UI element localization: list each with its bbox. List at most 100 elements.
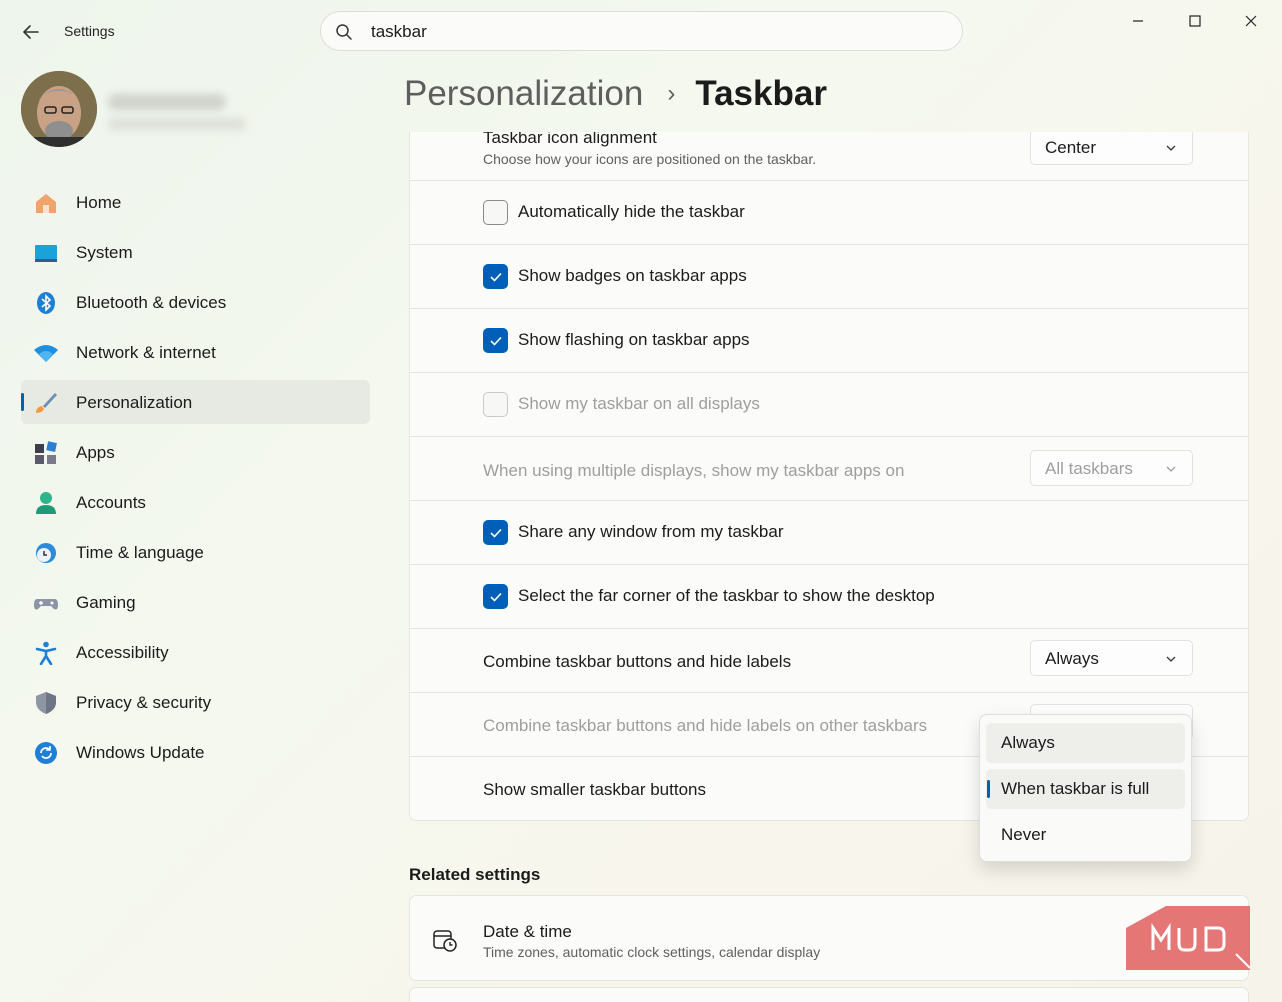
- all-displays-row: Show my taskbar on all displays: [410, 373, 1248, 437]
- combine-dropdown[interactable]: Always: [1030, 640, 1193, 676]
- combine-row: Combine taskbar buttons and hide labels …: [410, 629, 1248, 693]
- badges-row: Show badges on taskbar apps: [410, 245, 1248, 309]
- sidebar-item-windows-update[interactable]: Windows Update: [21, 730, 370, 774]
- sidebar-item-label: Gaming: [76, 593, 136, 612]
- dropdown-menu: Always When taskbar is full Never: [979, 714, 1192, 862]
- share-window-label: Share any window from my taskbar: [518, 522, 784, 541]
- combine-other-label: Combine taskbar buttons and hide labels …: [483, 716, 928, 735]
- breadcrumb-parent[interactable]: Personalization: [404, 74, 643, 114]
- icon-alignment-row: Taskbar icon alignment Choose how your i…: [410, 132, 1248, 181]
- wifi-icon: [33, 341, 59, 365]
- clock-globe-icon: [33, 541, 59, 565]
- avatar-photo: [21, 71, 97, 147]
- checkmark-icon: [489, 592, 502, 602]
- search-input[interactable]: taskbar: [371, 22, 427, 42]
- dropdown-value: All taskbars: [1045, 459, 1133, 478]
- option-label: When taskbar is full: [1001, 779, 1150, 798]
- flashing-row: Show flashing on taskbar apps: [410, 309, 1248, 373]
- update-icon: [33, 741, 59, 765]
- chevron-down-icon: [1166, 656, 1176, 662]
- multi-display-row: When using multiple displays, show my ta…: [410, 437, 1248, 501]
- auto-hide-checkbox[interactable]: [483, 200, 508, 225]
- profile-email: [108, 118, 246, 130]
- multi-display-label: When using multiple displays, show my ta…: [483, 461, 905, 480]
- search-icon: [336, 24, 352, 40]
- gamepad-icon: [33, 591, 59, 615]
- sidebar-item-accounts[interactable]: Accounts: [21, 480, 370, 524]
- related-item-title: Date & time: [483, 922, 572, 941]
- minimize-button[interactable]: [1118, 10, 1158, 32]
- maximize-icon: [1189, 15, 1201, 27]
- checkmark-icon: [489, 336, 502, 346]
- apps-icon: [33, 441, 59, 465]
- sidebar-item-accessibility[interactable]: Accessibility: [21, 630, 370, 674]
- sidebar-item-label: Personalization: [76, 393, 193, 412]
- option-label: Always: [1001, 733, 1055, 752]
- sidebar-item-bluetooth[interactable]: Bluetooth & devices: [21, 280, 370, 324]
- smaller-buttons-label: Show smaller taskbar buttons: [483, 780, 706, 799]
- active-indicator: [21, 393, 24, 411]
- sidebar-item-network[interactable]: Network & internet: [21, 330, 370, 374]
- minimize-icon: [1133, 20, 1143, 22]
- accessibility-icon: [33, 641, 59, 665]
- checkmark-icon: [489, 272, 502, 282]
- home-icon: [33, 191, 59, 215]
- avatar[interactable]: [21, 71, 97, 147]
- sidebar-item-privacy[interactable]: Privacy & security: [21, 680, 370, 724]
- dropdown-option-never[interactable]: Never: [986, 815, 1185, 855]
- badges-checkbox[interactable]: [483, 264, 508, 289]
- sidebar-item-system[interactable]: System: [21, 230, 370, 274]
- checkmark-icon: [489, 528, 502, 538]
- back-arrow-icon: [23, 25, 39, 39]
- chevron-down-icon: [1166, 466, 1176, 472]
- sidebar-item-apps[interactable]: Apps: [21, 430, 370, 474]
- far-corner-label: Select the far corner of the taskbar to …: [518, 586, 935, 605]
- sidebar-item-label: Apps: [76, 443, 115, 462]
- app-title: Settings: [64, 23, 115, 39]
- search-box[interactable]: taskbar: [320, 11, 963, 51]
- badges-label: Show badges on taskbar apps: [518, 266, 747, 285]
- related-item-description: Time zones, automatic clock settings, ca…: [483, 944, 821, 960]
- share-window-checkbox[interactable]: [483, 520, 508, 545]
- icon-alignment-description: Choose how your icons are positioned on …: [483, 151, 817, 167]
- brush-icon: [33, 391, 59, 415]
- related-settings-heading: Related settings: [409, 865, 541, 884]
- multi-display-dropdown[interactable]: All taskbars: [1030, 450, 1193, 486]
- chevron-down-icon: [1166, 145, 1176, 151]
- all-displays-checkbox[interactable]: [483, 392, 508, 417]
- maximize-button[interactable]: [1175, 10, 1215, 32]
- auto-hide-label: Automatically hide the taskbar: [518, 202, 745, 221]
- far-corner-row: Select the far corner of the taskbar to …: [410, 565, 1248, 629]
- sidebar-item-personalization[interactable]: Personalization: [21, 380, 370, 424]
- dropdown-option-when-full[interactable]: When taskbar is full: [986, 769, 1185, 809]
- sidebar-item-label: Accessibility: [76, 643, 169, 662]
- sidebar-item-label: Privacy & security: [76, 693, 212, 712]
- sidebar-item-label: Time & language: [76, 543, 204, 562]
- auto-hide-row: Automatically hide the taskbar: [410, 181, 1248, 245]
- icon-alignment-dropdown[interactable]: Center: [1030, 132, 1193, 165]
- dropdown-value: Always: [1045, 649, 1099, 668]
- related-item-date-time[interactable]: Date & time Time zones, automatic clock …: [409, 895, 1249, 981]
- flashing-label: Show flashing on taskbar apps: [518, 330, 750, 349]
- combine-label: Combine taskbar buttons and hide labels: [483, 652, 792, 671]
- calendar-clock-icon: [433, 930, 457, 952]
- far-corner-checkbox[interactable]: [483, 584, 508, 609]
- dropdown-option-always[interactable]: Always: [986, 723, 1185, 763]
- muo-logo: [1126, 906, 1250, 970]
- close-icon: [1245, 15, 1257, 27]
- option-label: Never: [1001, 825, 1047, 844]
- sidebar-item-label: Accounts: [76, 493, 146, 512]
- close-button[interactable]: [1231, 10, 1271, 32]
- sidebar-nav: Home System Bluetooth & devices Network …: [21, 180, 370, 780]
- back-button[interactable]: [18, 20, 44, 44]
- all-displays-label: Show my taskbar on all displays: [518, 394, 760, 413]
- flashing-checkbox[interactable]: [483, 328, 508, 353]
- sidebar-item-label: Bluetooth & devices: [76, 293, 227, 312]
- sidebar-item-label: Windows Update: [76, 743, 205, 762]
- sidebar-item-time[interactable]: Time & language: [21, 530, 370, 574]
- sidebar-item-label: Network & internet: [76, 343, 216, 362]
- related-item-next[interactable]: [409, 987, 1249, 1002]
- sidebar-item-gaming[interactable]: Gaming: [21, 580, 370, 624]
- sidebar-item-home[interactable]: Home: [21, 180, 370, 224]
- icon-alignment-label: Taskbar icon alignment: [483, 132, 657, 147]
